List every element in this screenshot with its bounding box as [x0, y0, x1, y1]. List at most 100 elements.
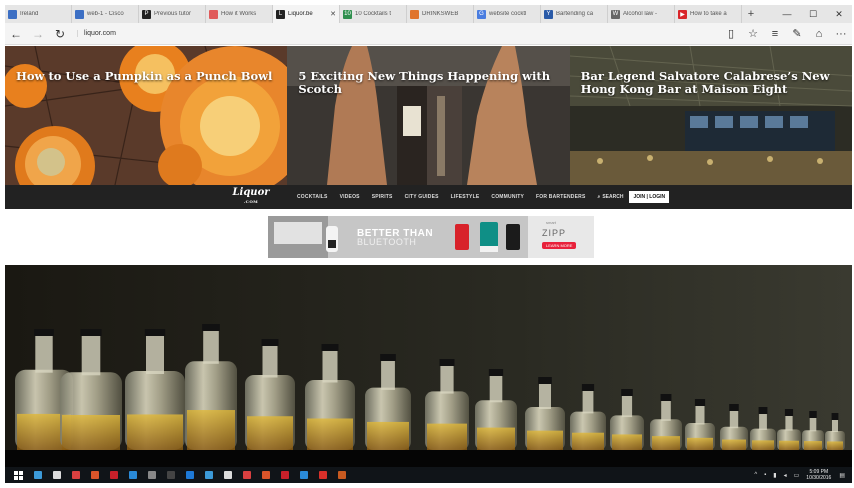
hero-panel-pumpkin[interactable]: How to Use a Pumpkin as a Punch Bowl: [5, 46, 288, 185]
browser-tab[interactable]: P Previous tutor: [139, 5, 206, 23]
tab-favicon-icon: 10: [343, 9, 352, 19]
site-nav-item[interactable]: COMMUNITY: [491, 194, 524, 200]
bottle-liquid: [307, 418, 353, 450]
hero-panel-bar[interactable]: Bar Legend Salvatore Calabrese’s New Hon…: [569, 46, 852, 185]
new-tab-button[interactable]: +: [742, 5, 760, 23]
scotch-stills-image: [287, 46, 570, 185]
hero-title-2[interactable]: 5 Exciting New Things Happening with Sco…: [298, 70, 569, 96]
hero-title-1[interactable]: How to Use a Pumpkin as a Punch Bowl: [16, 70, 272, 83]
more-icon[interactable]: ···: [830, 27, 852, 40]
bottle-liquid: [247, 416, 293, 450]
tab-close-icon[interactable]: ✕: [330, 10, 336, 18]
bottle-liquid: [612, 434, 642, 450]
bottle-neck: [729, 410, 739, 429]
site-nav-item[interactable]: SPIRITS: [372, 194, 393, 200]
browser-tab[interactable]: L Liquor.be ✕: [273, 5, 340, 23]
taskbar-app-icon-8[interactable]: [163, 467, 178, 483]
taskbar-clock[interactable]: 5:09 PM 10/30/2016: [806, 469, 831, 481]
bottle-neck: [146, 335, 164, 374]
bottle-cap: [729, 404, 739, 411]
taskbar-app-icon-12[interactable]: [258, 467, 273, 483]
hero-strip: How to Use a Pumpkin as a Punch Bowl 5 E…: [5, 46, 852, 185]
tab-favicon-icon: [75, 9, 84, 19]
tray-battery-icon[interactable]: ▮: [773, 472, 776, 479]
taskbar-app-icon-13[interactable]: [277, 467, 292, 483]
site-nav-item[interactable]: CITY GUIDES: [405, 194, 439, 200]
web-note-icon[interactable]: ✎: [786, 27, 808, 40]
taskbar-app-icon-14[interactable]: [296, 467, 311, 483]
taskbar-app-icon-3[interactable]: [68, 467, 83, 483]
url-field[interactable]: liquor.com: [77, 30, 677, 37]
tab-favicon-icon: [410, 9, 419, 19]
favorite-star-icon[interactable]: ☆: [742, 27, 764, 40]
join-login-button[interactable]: JOIN | LOGIN: [629, 191, 670, 203]
ad-banner[interactable]: BETTER THAN BLUETOOTH smart ZIPP LEARN M…: [268, 216, 594, 258]
taskbar-edge-icon[interactable]: [182, 467, 197, 483]
minimize-icon[interactable]: —: [774, 5, 800, 23]
taskbar-app-icon-1[interactable]: [30, 467, 45, 483]
browser-tab[interactable]: Y Bartending ca: [541, 5, 608, 23]
refresh-icon[interactable]: ↻: [49, 23, 71, 45]
site-nav-item[interactable]: LIFESTYLE: [451, 194, 480, 200]
taskbar-app-icon-5[interactable]: [106, 467, 121, 483]
hero-title-3[interactable]: Bar Legend Salvatore Calabrese’s New Hon…: [581, 70, 852, 96]
browser-tab[interactable]: W Alcohol law -: [608, 5, 675, 23]
browser-tab[interactable]: web-1 - Cisco: [72, 5, 139, 23]
notifications-icon[interactable]: ▤: [839, 472, 845, 479]
share-icon[interactable]: ⌂: [808, 27, 830, 40]
ad-learn-more-button[interactable]: LEARN MORE: [542, 242, 577, 249]
site-nav-item[interactable]: FOR BARTENDERS: [536, 194, 585, 200]
tray-network-icon[interactable]: ▪: [764, 472, 766, 478]
start-icon[interactable]: [11, 467, 26, 483]
tab-label: How to take a: [690, 11, 727, 17]
liquor-logo[interactable]: Liquor .COM: [227, 188, 275, 206]
reading-view-icon[interactable]: ▯: [720, 27, 742, 40]
taskbar-app-icon-9[interactable]: [201, 467, 216, 483]
windows-taskbar: ^ ▪ ▮ ◂ ▭ 5:09 PM 10/30/2016 ▤: [5, 467, 852, 483]
taskbar-app-icon-6[interactable]: [125, 467, 140, 483]
taskbar-app-icon-16[interactable]: [334, 467, 349, 483]
site-nav-item[interactable]: VIDEOS: [340, 194, 360, 200]
taskbar-app-icon-4[interactable]: [87, 467, 102, 483]
taskbar-app-icon-11[interactable]: [239, 467, 254, 483]
tray-volume-icon[interactable]: ◂: [784, 472, 787, 479]
tray-keyboard-icon[interactable]: ▭: [794, 472, 800, 479]
bottle-cap: [831, 413, 839, 420]
bottle-neck: [832, 419, 838, 432]
browser-tab[interactable]: Ireland: [5, 5, 72, 23]
maximize-icon[interactable]: ☐: [800, 5, 826, 23]
browser-tab[interactable]: DRINKSWEB: [407, 5, 474, 23]
taskbar-app-icon-15[interactable]: [315, 467, 330, 483]
bottle-liquid: [427, 423, 467, 450]
back-arrow-icon[interactable]: ←: [5, 23, 27, 45]
browser-tab[interactable]: How it Works: [206, 5, 273, 23]
forward-arrow-icon[interactable]: →: [27, 23, 49, 45]
bottle-neck: [582, 390, 594, 414]
tab-label: How it Works: [221, 11, 257, 17]
taskbar-app-icon-7[interactable]: [144, 467, 159, 483]
bottle-neck: [809, 417, 817, 432]
bottles-image: [5, 265, 852, 467]
bottle-neck: [695, 405, 705, 425]
browser-tab[interactable]: 10 10 Cocktails t: [340, 5, 407, 23]
logo-sub: .COM: [243, 199, 259, 204]
bottle-liquid: [477, 427, 515, 450]
tray-chevron-icon[interactable]: ^: [754, 472, 757, 478]
browser-tab[interactable]: ▶ How to take a: [675, 5, 742, 23]
bottles-feature-image[interactable]: [5, 265, 852, 467]
search-link[interactable]: ⌕ SEARCH: [598, 194, 624, 200]
tab-label: Bartending ca: [556, 11, 594, 17]
taskbar-app-icon-10[interactable]: [220, 467, 235, 483]
taskbar-app-icon-2[interactable]: [49, 467, 64, 483]
hero-panel-scotch[interactable]: 5 Exciting New Things Happening with Sco…: [287, 46, 570, 185]
browser-tab[interactable]: Gwebsite cocktl: [474, 5, 541, 23]
hub-icon[interactable]: ≡: [764, 27, 786, 40]
tab-label: website cocktl: [489, 11, 527, 17]
close-window-icon[interactable]: ✕: [826, 5, 852, 23]
bottle-liquid: [687, 437, 713, 450]
site-nav-item[interactable]: COCKTAILS: [297, 194, 328, 200]
hong-kong-bar-image: [569, 46, 852, 185]
bottle-cap: [439, 359, 455, 366]
tab-label: DRINKSWEB: [422, 11, 459, 17]
bottle-liquid: [779, 440, 799, 450]
